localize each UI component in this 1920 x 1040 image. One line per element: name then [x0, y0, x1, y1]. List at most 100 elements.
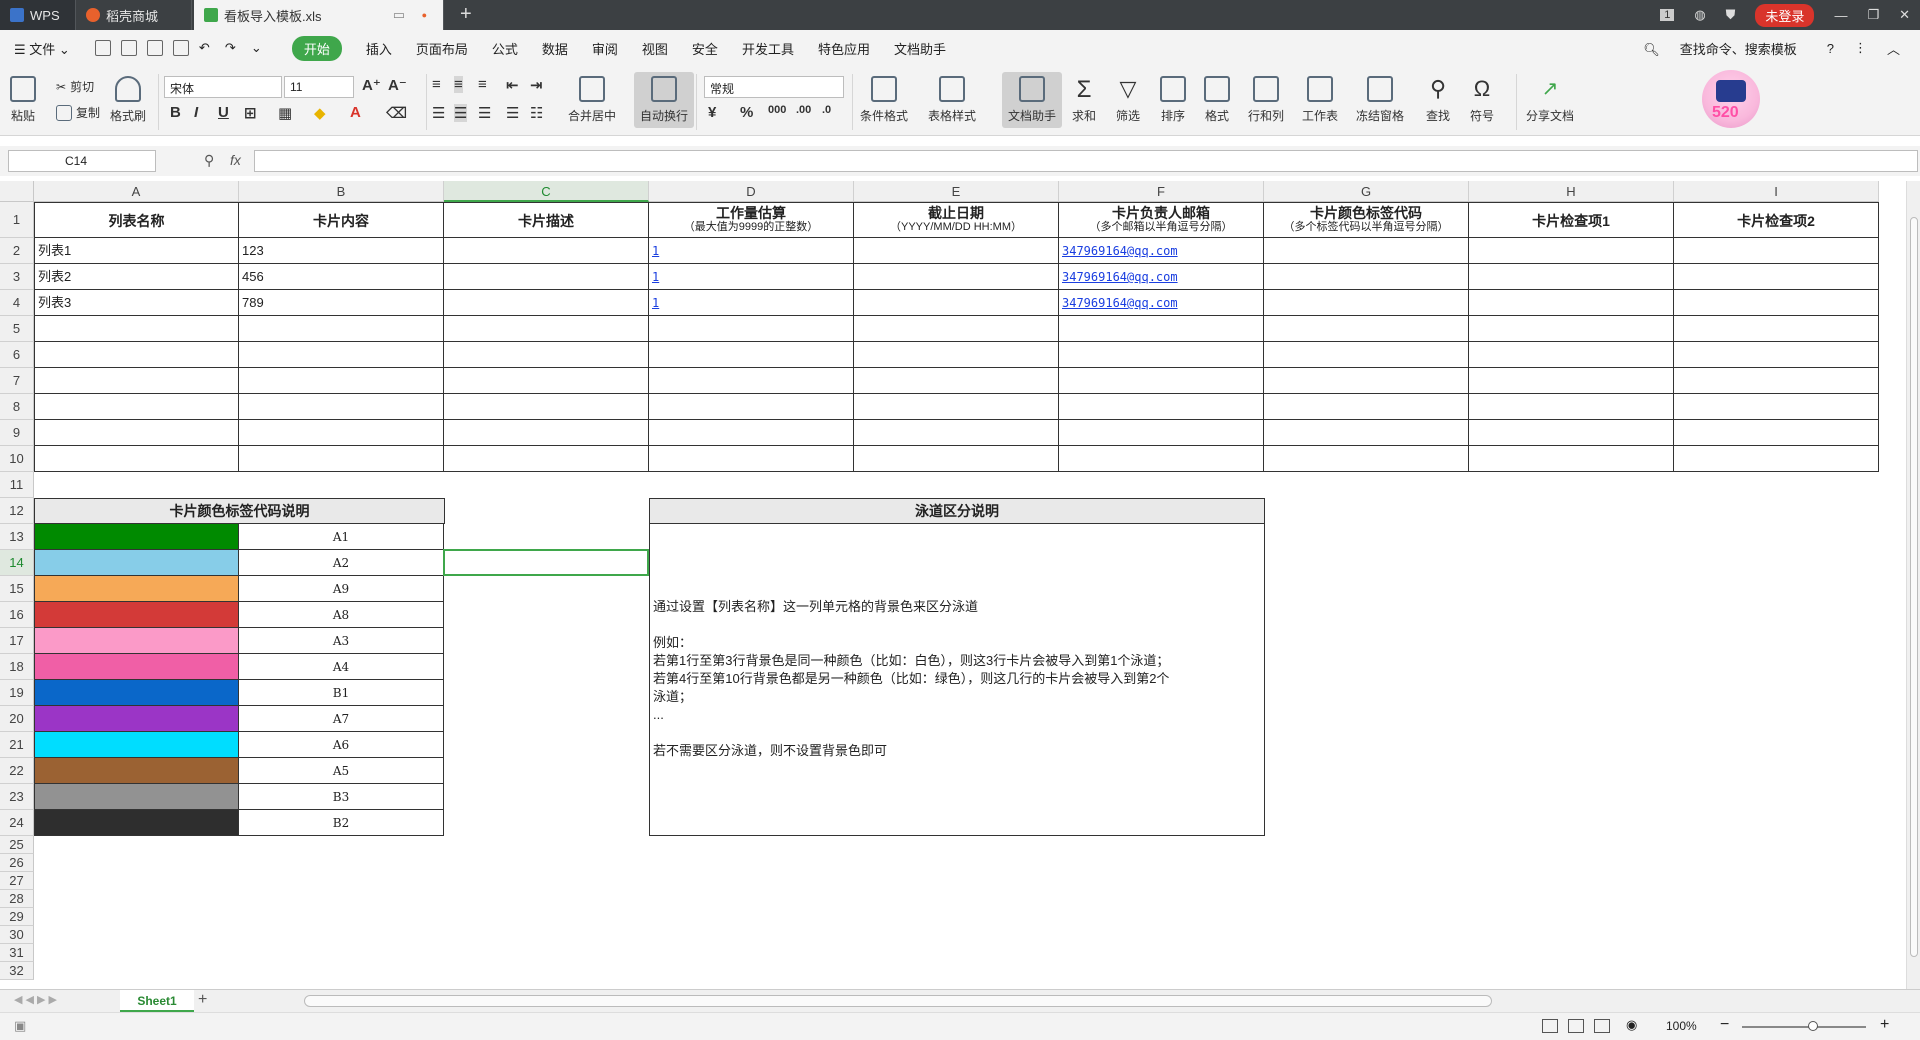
table-cell[interactable]: 789 — [239, 290, 444, 316]
header-cell[interactable]: 卡片描述 — [444, 202, 649, 238]
align-left-icon[interactable]: ☰ — [432, 104, 445, 122]
table-cell[interactable] — [1264, 264, 1469, 290]
table-cell[interactable] — [1059, 446, 1264, 472]
row-header[interactable]: 10 — [0, 446, 34, 472]
table-cell[interactable] — [34, 394, 239, 420]
table-cell[interactable] — [854, 394, 1059, 420]
bold-icon[interactable]: B — [170, 104, 181, 121]
worksheet-button[interactable]: 工作表 — [1302, 76, 1338, 124]
table-cell[interactable] — [34, 342, 239, 368]
table-cell[interactable] — [239, 316, 444, 342]
zoom-slider-handle[interactable] — [1808, 1021, 1818, 1031]
spreadsheet-grid[interactable]: A B C D E F G H I 1 2 3 4 5 6 7 8 9 10 11 12 13 14 15 16 17 18 19 20… — [0, 181, 1920, 989]
font-name-select[interactable]: 宋体 — [164, 76, 282, 98]
row-header[interactable]: 31 — [0, 944, 34, 962]
row-header[interactable]: 13 — [0, 524, 34, 550]
decrease-font-icon[interactable]: A⁻ — [388, 76, 407, 94]
row-header[interactable]: 24 — [0, 810, 34, 836]
table-cell[interactable]: 347969164@qq.com — [1059, 238, 1264, 264]
sort-button[interactable]: 排序 — [1160, 76, 1186, 124]
more-icon[interactable]: ⌄ — [251, 40, 267, 56]
header-cell[interactable]: 卡片检查项2 — [1674, 202, 1879, 238]
table-cell[interactable] — [649, 420, 854, 446]
thousands-icon[interactable]: 000 — [768, 104, 786, 116]
table-cell[interactable]: 列表1 — [34, 238, 239, 264]
table-cell[interactable] — [239, 368, 444, 394]
table-cell[interactable] — [1674, 446, 1879, 472]
table-cell[interactable] — [1674, 264, 1879, 290]
sheet-nav-icon[interactable]: ◀ ◀ ▶ ▶ — [14, 993, 57, 1006]
table-cell[interactable] — [1469, 446, 1674, 472]
table-cell[interactable] — [1674, 420, 1879, 446]
zoom-in-icon[interactable]: + — [1880, 1016, 1889, 1034]
row-col-button[interactable]: 行和列 — [1248, 76, 1284, 124]
undo-icon[interactable]: ↶ — [199, 40, 215, 56]
color-swatch[interactable] — [34, 654, 239, 680]
tab-wps[interactable]: WPS — [0, 0, 76, 30]
symbol-button[interactable]: Ω 符号 — [1470, 76, 1494, 124]
row-header[interactable]: 4 — [0, 290, 34, 316]
table-cell[interactable] — [854, 420, 1059, 446]
column-header[interactable]: F — [1059, 181, 1264, 202]
table-cell[interactable] — [444, 342, 649, 368]
italic-icon[interactable]: I — [194, 104, 198, 121]
menu-view[interactable]: 视图 — [642, 39, 668, 58]
cut-button[interactable]: ✂ 剪切 — [56, 78, 94, 95]
eye-protection-icon[interactable]: ◉ — [1626, 1017, 1637, 1033]
normal-view-icon[interactable] — [1542, 1019, 1558, 1033]
row-header[interactable]: 20 — [0, 706, 34, 732]
table-cell[interactable] — [1674, 368, 1879, 394]
search-command[interactable]: 🔍︎ 查找命令、搜索模板 — [1633, 39, 1807, 58]
merge-center-button[interactable]: 合并居中 — [568, 76, 616, 124]
zoom-slider[interactable] — [1742, 1026, 1866, 1028]
row-header[interactable]: 11 — [0, 472, 34, 498]
table-cell[interactable] — [1469, 238, 1674, 264]
name-box[interactable]: C14 — [8, 150, 156, 172]
header-cell[interactable]: 卡片负责人邮箱 （多个邮箱以半角逗号分隔） — [1059, 202, 1264, 238]
table-cell[interactable]: 347969164@qq.com — [1059, 264, 1264, 290]
page-break-icon[interactable] — [1594, 1019, 1610, 1033]
restore-icon[interactable]: ❐ — [1867, 7, 1879, 23]
justify-icon[interactable]: ☰ — [506, 104, 519, 122]
table-cell[interactable]: 列表3 — [34, 290, 239, 316]
estimate-link[interactable]: 1 — [652, 270, 659, 284]
print-preview-icon[interactable] — [172, 40, 189, 56]
color-code[interactable]: A2 — [239, 550, 444, 576]
table-cell[interactable] — [1059, 342, 1264, 368]
column-header[interactable]: E — [854, 181, 1059, 202]
row-header[interactable]: 22 — [0, 758, 34, 784]
color-code[interactable]: A3 — [239, 628, 444, 654]
align-bottom-icon[interactable]: ≡ — [478, 76, 487, 93]
conditional-format-button[interactable]: 条件格式 — [860, 76, 908, 124]
increase-decimal-icon[interactable]: .00 — [796, 104, 811, 116]
table-cell[interactable] — [1674, 316, 1879, 342]
vertical-scrollbar[interactable] — [1906, 181, 1920, 989]
table-cell[interactable] — [444, 316, 649, 342]
menu-review[interactable]: 审阅 — [592, 39, 618, 58]
column-header[interactable]: C — [444, 181, 649, 202]
column-header[interactable]: H — [1469, 181, 1674, 202]
table-cell[interactable] — [1059, 420, 1264, 446]
table-cell[interactable] — [1264, 342, 1469, 368]
close-icon[interactable]: ✕ — [1899, 7, 1910, 23]
table-cell[interactable] — [34, 446, 239, 472]
color-code[interactable]: B2 — [239, 810, 444, 836]
increase-font-icon[interactable]: A⁺ — [362, 76, 381, 94]
row-header[interactable]: 27 — [0, 872, 34, 890]
table-cell[interactable] — [1674, 238, 1879, 264]
row-header[interactable]: 18 — [0, 654, 34, 680]
email-link[interactable]: 347969164@qq.com — [1062, 270, 1178, 284]
border-icon[interactable]: ⊞ — [244, 104, 257, 122]
menu-data[interactable]: 数据 — [542, 39, 568, 58]
table-cell[interactable] — [239, 342, 444, 368]
redo-icon[interactable]: ↷ — [225, 40, 241, 56]
table-cell[interactable] — [1469, 394, 1674, 420]
horizontal-scrollbar[interactable] — [304, 995, 1492, 1007]
table-cell[interactable] — [444, 394, 649, 420]
table-cell[interactable]: 1 — [649, 238, 854, 264]
row-header[interactable]: 6 — [0, 342, 34, 368]
email-link[interactable]: 347969164@qq.com — [1062, 244, 1178, 258]
table-cell[interactable] — [1469, 368, 1674, 394]
macro-icon[interactable]: ▣ — [14, 1018, 26, 1034]
table-cell[interactable] — [1469, 290, 1674, 316]
